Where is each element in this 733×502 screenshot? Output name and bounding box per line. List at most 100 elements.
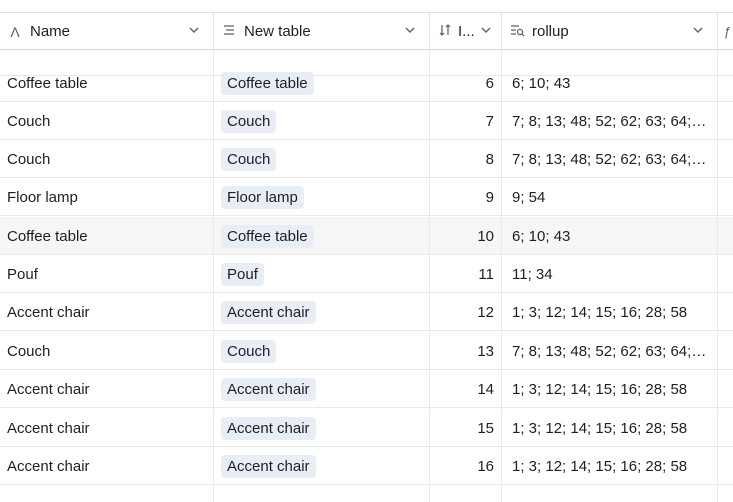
number-cell[interactable]: 11 bbox=[430, 255, 502, 293]
link-cell[interactable]: Accent chair bbox=[214, 447, 430, 485]
name-cell[interactable]: Coffee table bbox=[0, 64, 214, 102]
number-cell[interactable]: 8 bbox=[430, 140, 502, 178]
table-row[interactable]: Accent chair Accent chair 14 1; 3; 12; 1… bbox=[0, 370, 733, 408]
name-cell[interactable]: Coffee table bbox=[0, 217, 214, 255]
rollup-icon bbox=[508, 23, 526, 40]
number-cell[interactable]: 13 bbox=[430, 332, 502, 370]
rollup-cell[interactable]: 1; 3; 12; 14; 15; 16; 28; 58 bbox=[502, 447, 718, 485]
rollup-cell[interactable]: 1; 3; 12; 14; 15; 16; 28; 58 bbox=[502, 409, 718, 447]
table-row[interactable]: Accent chair Accent chair 15 1; 3; 12; 1… bbox=[0, 409, 733, 447]
name-cell[interactable]: Floor lamp bbox=[0, 178, 214, 216]
name-text: Coffee table bbox=[7, 227, 88, 245]
name-cell[interactable] bbox=[0, 486, 214, 502]
link-cell[interactable]: Floor lamp bbox=[214, 178, 430, 216]
name-cell[interactable]: Accent chair bbox=[0, 409, 214, 447]
column-header-next[interactable]: ƒ bbox=[718, 13, 733, 50]
linked-record-chip[interactable]: Accent chair bbox=[221, 377, 316, 401]
number-text: 6 bbox=[485, 74, 494, 92]
rollup-cell[interactable]: 6; 10; 43 bbox=[502, 217, 718, 255]
linked-record-chip[interactable]: Couch bbox=[221, 339, 277, 363]
link-cell[interactable]: Accent chair bbox=[214, 409, 430, 447]
number-cell[interactable]: 16 bbox=[430, 447, 502, 485]
rollup-text: 6; 10; 43 bbox=[512, 74, 571, 92]
rollup-cell[interactable]: 7; 8; 13; 48; 52; 62; 63; 64; 6... bbox=[502, 140, 718, 178]
number-text: 15 bbox=[477, 419, 494, 437]
name-cell[interactable]: Couch bbox=[0, 102, 214, 140]
link-cell[interactable]: Accent chair bbox=[214, 370, 430, 408]
number-cell[interactable]: 12 bbox=[430, 293, 502, 331]
linked-record-chip[interactable]: Floor lamp bbox=[221, 185, 304, 209]
rollup-cell[interactable]: 1; 3; 12; 14; 15; 16; 28; 58 bbox=[502, 370, 718, 408]
table-row[interactable]: Accent chair Accent chair 12 1; 3; 12; 1… bbox=[0, 293, 733, 331]
table-row[interactable]: Floor lamp Floor lamp 9 9; 54 bbox=[0, 178, 733, 216]
link-cell[interactable]: Coffee table bbox=[214, 64, 430, 102]
link-cell[interactable]: Couch bbox=[214, 332, 430, 370]
column-header-new-table[interactable]: New table bbox=[214, 13, 430, 50]
rollup-text: 1; 3; 12; 14; 15; 16; 28; 58 bbox=[512, 419, 688, 437]
table-row[interactable]: Couch Couch 8 7; 8; 13; 48; 52; 62; 63; … bbox=[0, 140, 733, 178]
number-text: 12 bbox=[477, 303, 494, 321]
rollup-cell[interactable]: 1; 3; 12; 14; 15; 16; 28; 58 bbox=[502, 293, 718, 331]
chevron-down-icon[interactable] bbox=[403, 23, 419, 41]
chevron-down-icon[interactable] bbox=[479, 23, 495, 41]
table-row-hovered[interactable]: Coffee table Coffee table 10 6; 10; 43 bbox=[0, 217, 733, 255]
number-cell[interactable]: 15 bbox=[430, 409, 502, 447]
name-cell[interactable]: Accent chair bbox=[0, 370, 214, 408]
linked-record-chip[interactable]: Accent chair bbox=[221, 300, 316, 324]
number-cell[interactable]: 7 bbox=[430, 102, 502, 140]
name-cell[interactable]: Pouf bbox=[0, 255, 214, 293]
rollup-cell[interactable]: 7; 8; 13; 48; 52; 62; 63; 64; 6... bbox=[502, 332, 718, 370]
rollup-cell[interactable]: 7; 8; 13; 48; 52; 62; 63; 64; 6... bbox=[502, 102, 718, 140]
table-row[interactable]: Couch Couch 7 7; 8; 13; 48; 52; 62; 63; … bbox=[0, 102, 733, 140]
rollup-cell[interactable]: 6; 10; 43 bbox=[502, 64, 718, 102]
linked-record-chip[interactable]: Pouf bbox=[221, 262, 264, 286]
name-cell[interactable]: Accent chair bbox=[0, 293, 214, 331]
number-text: 10 bbox=[477, 227, 494, 245]
rollup-text: 1; 3; 12; 14; 15; 16; 28; 58 bbox=[512, 457, 688, 475]
name-cell[interactable]: Accent chair bbox=[0, 447, 214, 485]
name-cell[interactable]: Couch bbox=[0, 140, 214, 178]
column-header-name[interactable]: Λ Name bbox=[0, 13, 214, 50]
number-cell[interactable]: 9 bbox=[430, 178, 502, 216]
link-cell[interactable]: Accent chair bbox=[214, 293, 430, 331]
linked-record-chip[interactable]: Accent chair bbox=[221, 416, 316, 440]
link-cell[interactable] bbox=[214, 486, 430, 502]
grid-header: Λ Name New table I... rollup ƒ bbox=[0, 12, 733, 50]
extra-cell bbox=[718, 255, 733, 293]
number-cell[interactable] bbox=[430, 486, 502, 502]
link-cell[interactable]: Pouf bbox=[214, 255, 430, 293]
name-text: Accent chair bbox=[7, 303, 90, 321]
table-row[interactable]: Accent chair Accent chair 16 1; 3; 12; 1… bbox=[0, 447, 733, 485]
table-row[interactable]: Couch Couch 13 7; 8; 13; 48; 52; 62; 63;… bbox=[0, 332, 733, 370]
table-row[interactable] bbox=[0, 486, 733, 502]
number-cell[interactable]: 14 bbox=[430, 370, 502, 408]
rollup-cell[interactable]: 11; 34 bbox=[502, 255, 718, 293]
linked-record-chip[interactable]: Accent chair bbox=[221, 454, 316, 478]
table-row[interactable]: Pouf Pouf 11 11; 34 bbox=[0, 255, 733, 293]
linked-record-chip[interactable]: Coffee table bbox=[221, 71, 314, 95]
number-text: 14 bbox=[477, 380, 494, 398]
link-cell[interactable]: Couch bbox=[214, 102, 430, 140]
name-cell[interactable]: Couch bbox=[0, 332, 214, 370]
number-text: 11 bbox=[478, 265, 494, 283]
column-header-label: I... bbox=[458, 23, 475, 40]
number-cell[interactable]: 10 bbox=[430, 217, 502, 255]
rollup-cell[interactable] bbox=[502, 486, 718, 502]
chevron-down-icon[interactable] bbox=[187, 23, 203, 41]
linked-record-chip[interactable]: Coffee table bbox=[221, 224, 314, 248]
rollup-text: 11; 34 bbox=[512, 265, 553, 283]
column-header-rollup[interactable]: rollup bbox=[502, 13, 718, 50]
extra-cell bbox=[718, 486, 733, 502]
linked-record-chip[interactable]: Couch bbox=[221, 147, 277, 171]
extra-cell bbox=[718, 64, 733, 102]
linked-record-chip[interactable]: Couch bbox=[221, 109, 277, 133]
link-cell[interactable]: Couch bbox=[214, 140, 430, 178]
number-cell[interactable]: 6 bbox=[430, 64, 502, 102]
number-text: 8 bbox=[485, 150, 494, 168]
column-header-number[interactable]: I... bbox=[430, 13, 502, 50]
rollup-cell[interactable]: 9; 54 bbox=[502, 178, 718, 216]
table-row[interactable]: Coffee table Coffee table 6 6; 10; 43 bbox=[0, 64, 733, 102]
chevron-down-icon[interactable] bbox=[691, 23, 707, 41]
link-cell[interactable]: Coffee table bbox=[214, 217, 430, 255]
name-text: Accent chair bbox=[7, 419, 90, 437]
